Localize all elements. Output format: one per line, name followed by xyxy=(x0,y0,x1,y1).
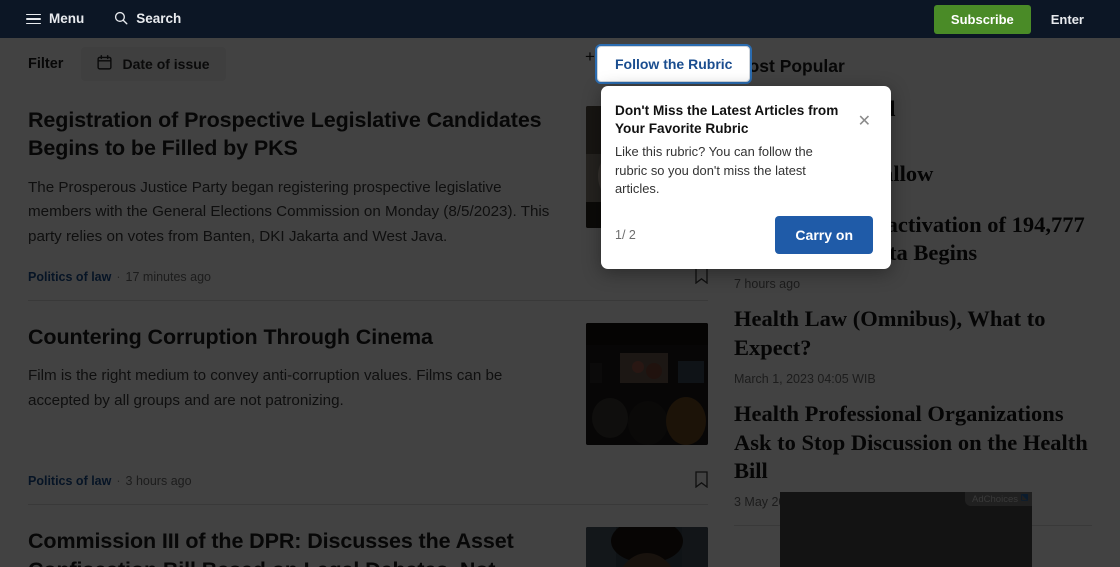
menu-button[interactable]: Menu xyxy=(26,12,84,26)
article-timestamp: 17 minutes ago xyxy=(125,269,212,284)
article-title[interactable]: Commission III of the DPR: Discusses the… xyxy=(28,527,566,567)
article-body: Commission III of the DPR: Discusses the… xyxy=(28,527,566,567)
follow-rubric-spotlight: Follow the Rubric xyxy=(594,44,753,84)
top-navigation: Menu Search Subscribe Enter xyxy=(0,0,1120,38)
coachmark-popup: Don't Miss the Latest Articles from Your… xyxy=(601,86,891,270)
meta-separator: · xyxy=(116,474,121,489)
page-root: Registration of Prospective Legislative … xyxy=(0,0,1120,567)
coachmark-step-counter: 1/ 2 xyxy=(615,228,636,243)
article-aside xyxy=(586,527,708,567)
follow-the-rubric-button[interactable]: Follow the Rubric xyxy=(594,44,753,84)
search-label: Search xyxy=(136,11,182,27)
article-title[interactable]: Registration of Prospective Legislative … xyxy=(28,106,566,163)
article-card[interactable]: Countering Corruption Through Cinema Fil… xyxy=(28,301,708,506)
article-aside xyxy=(586,322,708,489)
popular-article-title[interactable]: Health Law (Omnibus), What to Expect? xyxy=(734,305,1092,363)
popular-article-time: 7 hours ago xyxy=(734,277,801,292)
date-of-issue-filter[interactable]: Date of issue xyxy=(81,47,226,81)
article-body: Registration of Prospective Legislative … xyxy=(28,106,566,284)
date-of-issue-label: Date of issue xyxy=(122,56,210,72)
article-title[interactable]: Countering Corruption Through Cinema xyxy=(28,323,566,351)
hamburger-icon xyxy=(26,13,41,25)
search-button[interactable]: Search xyxy=(114,11,181,28)
enter-button[interactable]: Enter xyxy=(1037,5,1098,34)
sidebar-title: Most Popular xyxy=(734,56,845,76)
filter-label: Filter xyxy=(28,56,64,72)
coachmark-header: Don't Miss the Latest Articles from Your… xyxy=(615,102,873,138)
article-thumbnail[interactable] xyxy=(586,527,708,567)
close-icon[interactable]: ✕ xyxy=(856,112,873,132)
article-rubric-link[interactable]: Politics of law xyxy=(28,474,111,488)
bookmark-icon[interactable] xyxy=(695,461,708,489)
nav-left-group: Menu Search xyxy=(0,11,181,28)
article-card[interactable]: Commission III of the DPR: Discusses the… xyxy=(28,505,708,567)
nav-right-group: Subscribe Enter xyxy=(933,4,1120,34)
popular-article-time: March 1, 2023 04:05 WIB xyxy=(734,371,876,386)
menu-label: Menu xyxy=(49,11,85,27)
carry-on-button[interactable]: Carry on xyxy=(775,216,873,255)
coachmark-body: Like this rubric? You can follow the rub… xyxy=(615,144,813,197)
adchoices-badge[interactable]: AdChoices xyxy=(965,492,1032,506)
calendar-icon xyxy=(97,55,113,73)
adchoices-triangle-icon xyxy=(1020,493,1029,505)
article-meta: Politics of law · 3 hours ago xyxy=(28,474,566,488)
article-excerpt: Film is the right medium to convey anti-… xyxy=(28,367,503,409)
search-icon xyxy=(114,11,128,28)
article-timestamp: 3 hours ago xyxy=(125,474,192,489)
article-thumbnail[interactable] xyxy=(586,322,708,445)
list-item[interactable]: Health Law (Omnibus), What to Expect? Ma… xyxy=(734,305,1092,386)
coachmark-title: Don't Miss the Latest Articles from Your… xyxy=(615,103,839,137)
article-meta: Politics of law · 17 minutes ago xyxy=(28,270,566,284)
ad-slot[interactable]: AdChoices xyxy=(780,492,1032,567)
coachmark-footer: 1/ 2 Carry on xyxy=(615,216,873,255)
article-excerpt: The Prosperous Justice Party began regis… xyxy=(28,178,550,245)
article-rubric-link[interactable]: Politics of law xyxy=(28,270,111,284)
popular-article-title[interactable]: Health Professional Organizations Ask to… xyxy=(734,400,1092,486)
meta-separator: · xyxy=(116,269,121,284)
article-body: Countering Corruption Through Cinema Fil… xyxy=(28,323,566,489)
subscribe-button[interactable]: Subscribe xyxy=(933,4,1031,34)
adchoices-label: AdChoices xyxy=(972,493,1018,505)
